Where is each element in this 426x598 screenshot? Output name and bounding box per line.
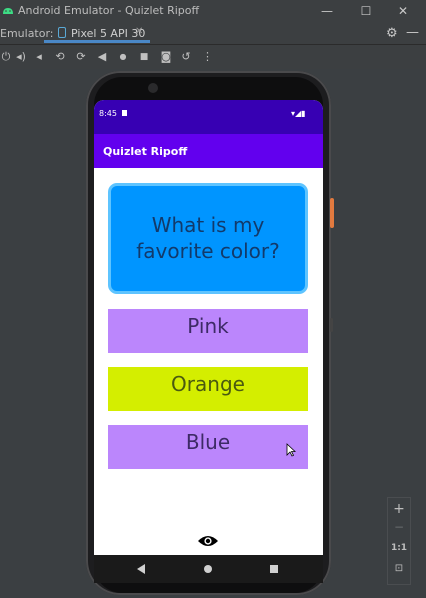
app-title: Quizlet Ripoff bbox=[103, 145, 188, 158]
gear-icon[interactable]: ⚙ bbox=[386, 26, 398, 41]
fit-screen-icon[interactable]: ⊡ bbox=[388, 563, 410, 574]
system-nav-bar bbox=[94, 555, 323, 583]
back-icon[interactable]: ◀ bbox=[96, 49, 108, 65]
app-bar: Quizlet Ripoff bbox=[94, 134, 323, 168]
mouse-cursor-icon bbox=[286, 443, 296, 457]
answer-label: Orange bbox=[171, 372, 245, 396]
answer-label: Pink bbox=[187, 314, 229, 338]
tab-close-icon[interactable]: ✕ bbox=[135, 26, 143, 37]
answer-label: Blue bbox=[185, 430, 231, 454]
power-side-button[interactable] bbox=[330, 198, 334, 228]
replay-icon[interactable]: ↺ bbox=[180, 49, 192, 65]
zoom-out-button[interactable]: − bbox=[388, 520, 410, 534]
overview-icon[interactable]: ■ bbox=[138, 49, 150, 65]
emulator-tab-bar: Emulator: Pixel 5 API 30 ✕ ⚙ — bbox=[0, 22, 426, 45]
rotate-left-icon[interactable]: ⟲ bbox=[54, 49, 66, 65]
minimize-window-button[interactable]: — bbox=[316, 2, 338, 20]
volume-side-button[interactable] bbox=[330, 318, 333, 332]
eye-icon[interactable] bbox=[197, 534, 219, 548]
nav-recents-icon[interactable] bbox=[270, 565, 278, 573]
wifi-battery-icon: ▾◢▮ bbox=[291, 109, 306, 118]
hide-panel-button[interactable]: — bbox=[406, 25, 419, 40]
volume-down-icon[interactable]: ◂ bbox=[33, 49, 45, 65]
home-icon[interactable]: ● bbox=[117, 49, 129, 65]
sd-card-icon bbox=[122, 110, 127, 116]
close-window-button[interactable]: ✕ bbox=[392, 2, 414, 20]
nav-home-icon[interactable] bbox=[204, 565, 212, 573]
device-icon bbox=[58, 27, 66, 38]
tab-pixel-5[interactable]: Pixel 5 API 30 ✕ bbox=[44, 22, 150, 43]
more-icon[interactable]: ⋮ bbox=[202, 49, 213, 65]
question-text: What is my favorite color? bbox=[136, 213, 280, 263]
flashcard-question[interactable]: What is my favorite color? bbox=[108, 183, 308, 294]
front-camera bbox=[148, 83, 158, 93]
status-bar: 8:45 ▾◢▮ bbox=[94, 100, 323, 134]
zoom-controls: + − 1:1 ⊡ bbox=[387, 497, 411, 585]
window-title: Android Emulator - Quizlet Ripoff bbox=[18, 4, 200, 17]
answer-button-blue[interactable]: Blue bbox=[108, 425, 308, 469]
rotate-right-icon[interactable]: ⟳ bbox=[75, 49, 87, 65]
power-icon[interactable]: ⏻ bbox=[0, 49, 12, 65]
window-title-bar: Android Emulator - Quizlet Ripoff — ☐ ✕ bbox=[0, 0, 426, 22]
answer-button-pink[interactable]: Pink bbox=[108, 309, 308, 353]
nav-back-icon[interactable] bbox=[137, 564, 145, 574]
volume-up-icon[interactable]: ◂) bbox=[14, 49, 28, 65]
screenshot-icon[interactable]: ◙ bbox=[159, 49, 173, 65]
status-time: 8:45 bbox=[99, 109, 117, 118]
zoom-actual-size-button[interactable]: 1:1 bbox=[388, 543, 410, 553]
zoom-in-button[interactable]: + bbox=[388, 501, 410, 517]
emulator-toolbar: ⏻ ◂) ◂ ⟲ ⟳ ◀ ● ■ ◙ ↺ ⋮ bbox=[0, 45, 426, 69]
maximize-window-button[interactable]: ☐ bbox=[355, 2, 377, 20]
android-icon bbox=[3, 8, 13, 14]
phone-screen: 8:45 ▾◢▮ Quizlet Ripoff What is my favor… bbox=[94, 100, 323, 583]
answer-button-orange[interactable]: Orange bbox=[108, 367, 308, 411]
